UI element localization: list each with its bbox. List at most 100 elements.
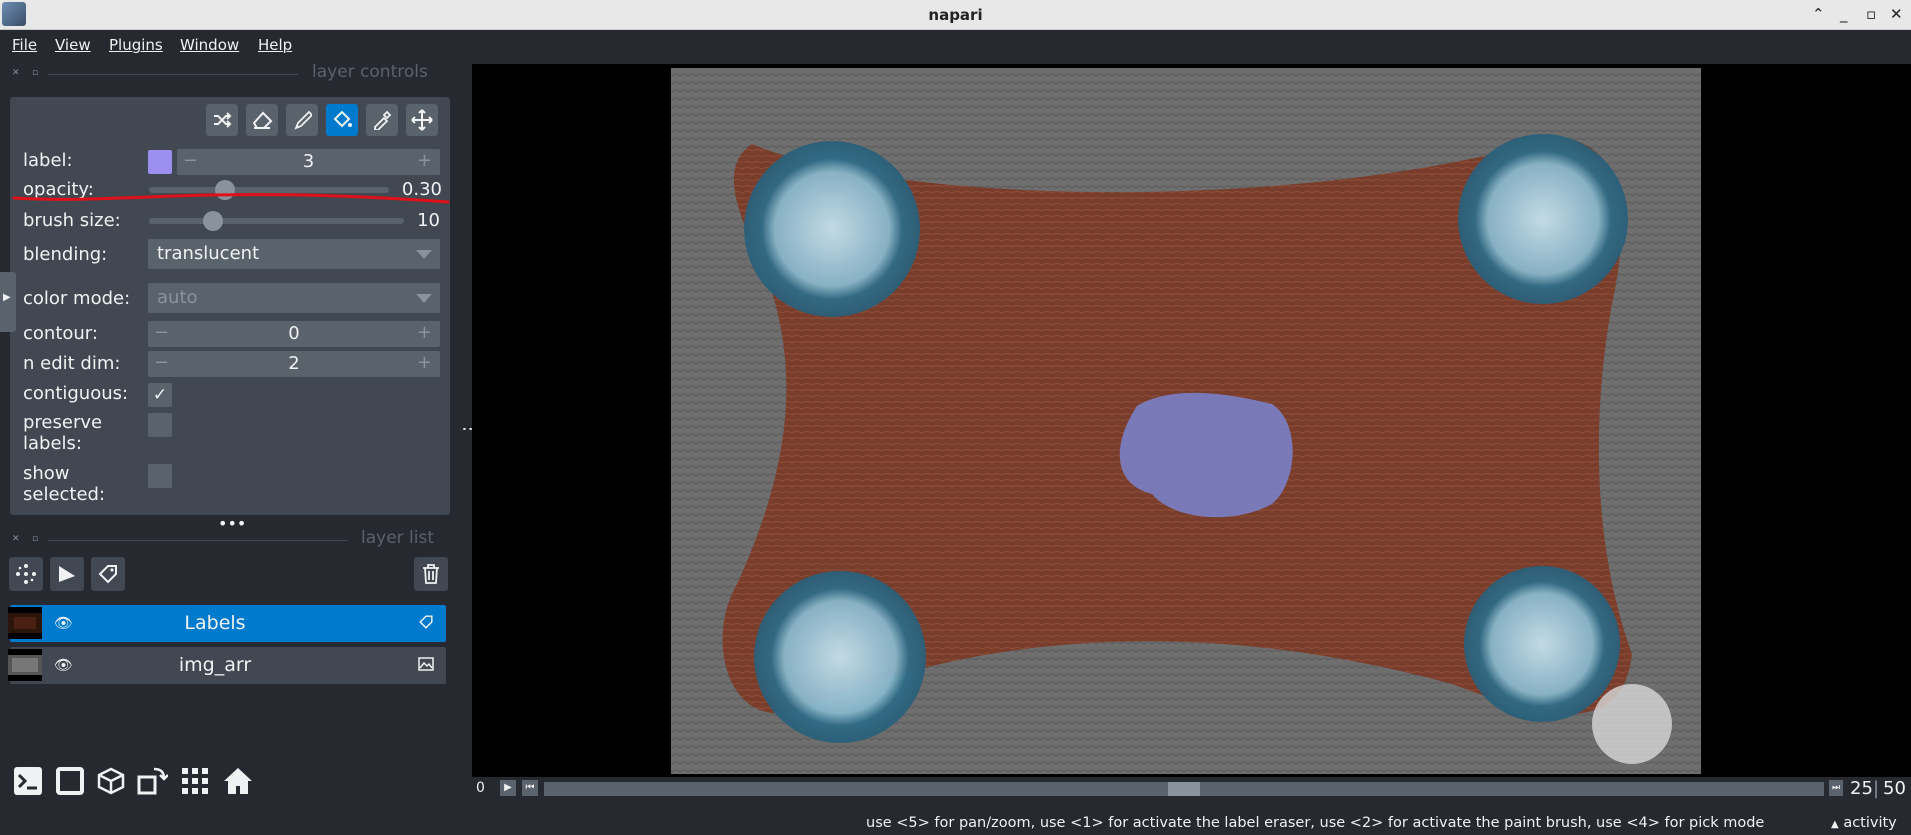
brush-size-row-label: brush size: xyxy=(23,210,121,231)
fill-bucket-button[interactable] xyxy=(326,104,358,136)
side-collapse-handle[interactable]: ▶ xyxy=(0,272,16,332)
dock-splitter-handle[interactable]: ••• xyxy=(218,514,246,533)
paint-brush-button[interactable] xyxy=(286,104,318,136)
window-title: napari xyxy=(928,6,983,24)
dims-total-value: 50 xyxy=(1883,778,1906,799)
roll-dims-button[interactable] xyxy=(93,763,129,799)
play-icon[interactable]: ▶ xyxy=(500,780,516,796)
layer-thumbnail xyxy=(8,607,42,639)
dock-float-icon[interactable]: ▫ xyxy=(32,534,46,544)
chevron-down-icon xyxy=(416,294,432,303)
rotate-icon xyxy=(137,767,168,795)
dock-close-icon[interactable]: ✕ xyxy=(12,68,26,78)
pan-zoom-button[interactable] xyxy=(406,104,438,136)
cube-icon xyxy=(97,767,125,795)
dims-slider-track[interactable] xyxy=(544,782,1824,796)
window-close-icon[interactable]: ✕ xyxy=(1890,5,1903,23)
console-icon xyxy=(14,767,42,795)
dims-slider-handle[interactable] xyxy=(1168,782,1200,796)
trash-icon xyxy=(423,564,439,584)
menu-bar: File View Plugins Window Help xyxy=(0,30,1911,58)
blending-dropdown[interactable]: translucent xyxy=(148,239,440,269)
brush-size-value: 10 xyxy=(417,210,440,231)
window-minimize-icon[interactable]: _ xyxy=(1840,5,1848,23)
status-bar: use <5> for pan/zoom, use <1> for activa… xyxy=(0,811,1911,835)
grid-view-button[interactable] xyxy=(177,763,213,799)
layer-row-img-arr[interactable]: 👁 img_arr xyxy=(8,647,446,684)
show-selected-label-line2: selected: xyxy=(23,484,106,505)
dock-float-icon[interactable]: ▫ xyxy=(32,68,46,78)
dock-separator xyxy=(48,540,348,541)
status-message: use <5> for pan/zoom, use <1> for activa… xyxy=(866,815,1765,831)
shuffle-icon xyxy=(214,112,232,128)
home-button[interactable] xyxy=(220,763,256,799)
microscopy-image[interactable] xyxy=(472,64,1911,777)
chevron-right-icon: ▶ xyxy=(3,292,11,303)
contiguous-row-label: contiguous: xyxy=(23,383,129,404)
n-edit-dim-spinbox[interactable]: − 2 + xyxy=(148,351,440,377)
dock-close-icon[interactable]: ✕ xyxy=(12,534,26,544)
chevron-down-icon xyxy=(416,250,432,259)
dims-current-value[interactable]: 25 xyxy=(1850,778,1873,799)
label-tag-icon xyxy=(98,565,117,584)
show-selected-checkbox[interactable] xyxy=(148,464,172,488)
color-picker-icon xyxy=(374,110,392,130)
preserve-labels-label-line1: preserve xyxy=(23,412,103,433)
label-tag-icon xyxy=(418,614,434,634)
shuffle-colors-button[interactable] xyxy=(206,104,238,136)
step-forward-icon[interactable]: ⏭ xyxy=(1829,780,1843,796)
fill-bucket-icon xyxy=(333,110,352,128)
pan-zoom-icon xyxy=(411,109,433,131)
label-spinbox[interactable]: − 3 + xyxy=(177,149,440,175)
color-picker-button[interactable] xyxy=(366,104,398,136)
show-selected-label-line1: show xyxy=(23,463,70,484)
new-points-layer-button[interactable] xyxy=(9,557,43,591)
layer-thumbnail xyxy=(8,649,42,681)
contour-row-label: contour: xyxy=(23,323,98,344)
color-mode-dropdown[interactable]: auto xyxy=(148,283,440,313)
menu-view[interactable]: View xyxy=(55,36,91,54)
layer-name: img_arr xyxy=(178,654,252,676)
brush-size-slider-track[interactable] xyxy=(149,218,404,224)
color-mode-value: auto xyxy=(157,287,198,308)
layer-name: Labels xyxy=(184,612,246,634)
preserve-labels-checkbox[interactable] xyxy=(148,413,172,437)
menu-file[interactable]: File xyxy=(12,36,37,54)
eraser-button[interactable] xyxy=(246,104,278,136)
eraser-icon xyxy=(252,111,273,129)
menu-help[interactable]: Help xyxy=(258,36,292,54)
viewer-canvas[interactable] xyxy=(472,64,1911,777)
toggle-ndisplay-button[interactable] xyxy=(52,763,88,799)
layer-controls-title: layer controls xyxy=(312,62,428,82)
menu-plugins[interactable]: Plugins xyxy=(109,36,163,54)
console-button[interactable] xyxy=(10,763,46,799)
increment-icon[interactable]: + xyxy=(417,150,432,171)
points-icon xyxy=(16,564,36,584)
chevron-up-icon: ▲ xyxy=(1831,819,1839,830)
window-maximize-icon[interactable]: ⌃ xyxy=(1812,5,1825,23)
window-restore-icon[interactable]: ▫ xyxy=(1866,5,1876,23)
increment-icon[interactable]: + xyxy=(417,322,432,343)
new-shapes-layer-button[interactable] xyxy=(50,557,84,591)
label-color-swatch[interactable] xyxy=(148,150,172,174)
n-edit-dim-value: 2 xyxy=(288,353,300,374)
step-back-icon[interactable]: ⏮ xyxy=(522,780,538,796)
activity-toggle[interactable]: ▲ activity xyxy=(1831,815,1897,831)
dock-separator xyxy=(48,74,298,75)
blending-row-label: blending: xyxy=(23,244,108,265)
paint-brush-icon xyxy=(294,110,312,130)
brush-size-slider-handle[interactable] xyxy=(203,211,223,231)
delete-layer-button[interactable] xyxy=(414,557,448,591)
square-2d-icon xyxy=(56,767,84,795)
new-labels-layer-button[interactable] xyxy=(91,557,125,591)
menu-window[interactable]: Window xyxy=(180,36,239,54)
activity-label: activity xyxy=(1843,815,1897,831)
color-mode-row-label: color mode: xyxy=(23,288,131,309)
contiguous-checkbox[interactable]: ✓ xyxy=(148,383,172,407)
increment-icon[interactable]: + xyxy=(417,352,432,373)
preserve-labels-label-line2: labels: xyxy=(23,433,82,454)
layer-row-labels[interactable]: 👁 Labels xyxy=(8,605,446,642)
dims-start-label: 0 xyxy=(476,780,485,796)
contour-spinbox[interactable]: − 0 + xyxy=(148,321,440,347)
transpose-button[interactable] xyxy=(134,763,170,799)
